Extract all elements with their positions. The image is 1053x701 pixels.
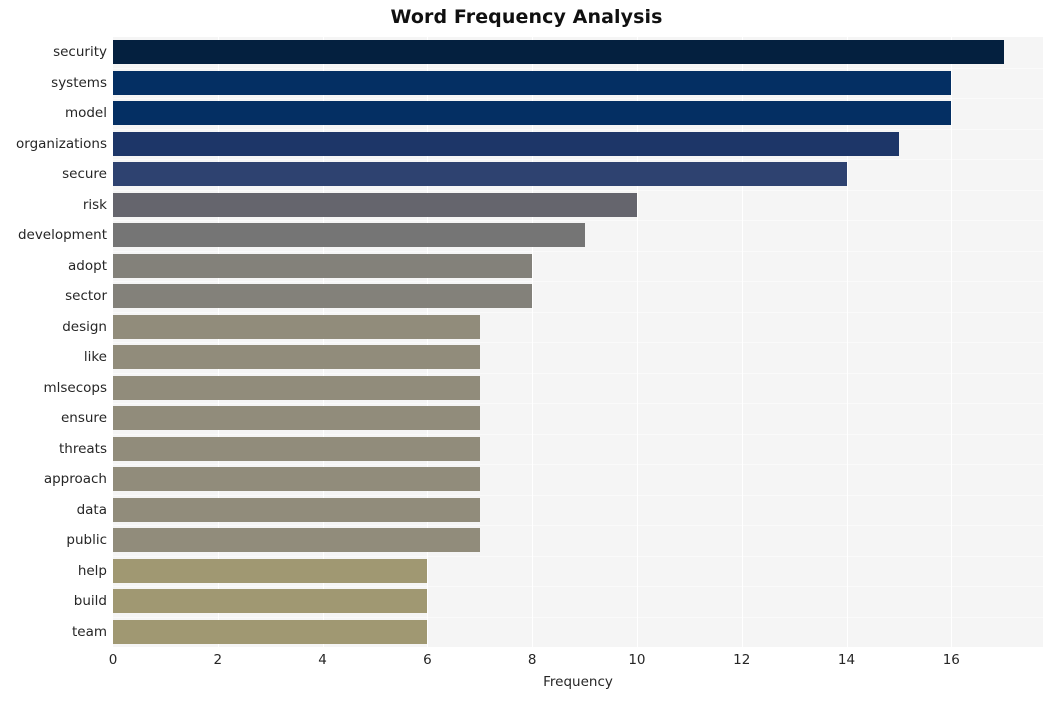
y-axis: security systems model organizations secure r… <box>0 37 107 647</box>
bar-build[interactable] <box>113 589 428 614</box>
chart-figure: Word Frequency Analysis security systems m… <box>0 0 1053 701</box>
bar-row <box>113 99 1043 127</box>
x-tick-label-12: 12 <box>733 652 751 668</box>
bar-development[interactable] <box>113 223 585 248</box>
bar-row <box>113 374 1043 402</box>
gridline-x-10 <box>636 37 638 647</box>
bar-row <box>113 38 1043 66</box>
bar-help[interactable] <box>113 558 428 583</box>
bar-adopt[interactable] <box>113 253 533 278</box>
bar-risk[interactable] <box>113 192 637 217</box>
y-tick-label-risk: risk <box>82 196 107 213</box>
plot-area <box>113 37 1043 647</box>
y-tick-label-design: design <box>62 318 107 335</box>
y-tick-label-help: help <box>77 562 107 579</box>
gridline-x-16 <box>951 37 953 647</box>
bar-row <box>113 160 1043 188</box>
bar-row <box>113 282 1043 310</box>
y-tick-label-model: model <box>64 105 107 122</box>
bar-row <box>113 526 1043 554</box>
bar-like[interactable] <box>113 345 480 370</box>
bar-row <box>113 557 1043 585</box>
gridline-x-2 <box>217 37 219 647</box>
bar-ensure[interactable] <box>113 406 480 431</box>
y-tick-label-public: public <box>66 532 107 549</box>
bar-secure[interactable] <box>113 162 847 187</box>
y-tick-label-mlsecops: mlsecops <box>43 379 107 396</box>
y-tick-label-like: like <box>83 349 107 366</box>
bar-organizations[interactable] <box>113 131 899 156</box>
bar-row <box>113 404 1043 432</box>
bar-row <box>113 496 1043 524</box>
bar-row <box>113 618 1043 646</box>
bar-row <box>113 130 1043 158</box>
gridline-x-12 <box>741 37 743 647</box>
bar-public[interactable] <box>113 528 480 553</box>
y-tick-label-systems: systems <box>51 74 107 91</box>
bar-row <box>113 69 1043 97</box>
bar-threats[interactable] <box>113 436 480 461</box>
y-tick-label-team: team <box>71 623 107 640</box>
y-tick-label-approach: approach <box>43 471 107 488</box>
x-axis: 0 2 4 6 8 10 12 14 16 <box>109 647 1043 677</box>
y-tick-label-security: security <box>53 44 107 61</box>
y-tick-label-adopt: adopt <box>68 257 107 274</box>
gridline-x-4 <box>322 37 324 647</box>
bar-design[interactable] <box>113 314 480 339</box>
y-tick-label-ensure: ensure <box>60 410 107 427</box>
y-tick-label-secure: secure <box>62 166 107 183</box>
gridline-x-6 <box>427 37 429 647</box>
x-tick-label-14: 14 <box>837 652 856 668</box>
bar-security[interactable] <box>113 40 1004 65</box>
x-tick-label-10: 10 <box>628 652 646 668</box>
bar-data[interactable] <box>113 497 480 522</box>
x-axis-title: Frequency <box>543 674 613 690</box>
bar-mlsecops[interactable] <box>113 375 480 400</box>
y-tick-label-build: build <box>73 593 107 610</box>
x-tick-label-2: 2 <box>213 652 223 668</box>
gridline-x-14 <box>846 37 848 647</box>
bar-row <box>113 191 1043 219</box>
bar-row <box>113 313 1043 341</box>
gridline-x-8 <box>532 37 534 647</box>
bar-row <box>113 587 1043 615</box>
bar-row <box>113 252 1043 280</box>
bar-model[interactable] <box>113 101 952 126</box>
y-tick-label-threats: threats <box>58 440 107 457</box>
x-tick-label-6: 6 <box>423 652 432 668</box>
bar-approach[interactable] <box>113 467 480 492</box>
bar-row <box>113 343 1043 371</box>
y-tick-label-organizations: organizations <box>16 135 107 152</box>
bar-team[interactable] <box>113 619 428 644</box>
x-tick-label-4: 4 <box>318 652 327 668</box>
chart-title: Word Frequency Analysis <box>390 6 663 28</box>
bar-systems[interactable] <box>113 70 952 95</box>
x-tick-label-8: 8 <box>527 652 537 668</box>
y-tick-label-development: development <box>17 227 107 244</box>
x-tick-label-16: 16 <box>942 652 960 668</box>
bar-row <box>113 435 1043 463</box>
bar-row <box>113 465 1043 493</box>
y-tick-label-sector: sector <box>65 288 107 305</box>
y-tick-label-data: data <box>76 501 107 518</box>
bar-sector[interactable] <box>113 284 533 309</box>
bar-row <box>113 221 1043 249</box>
x-tick-label-0: 0 <box>108 652 118 668</box>
